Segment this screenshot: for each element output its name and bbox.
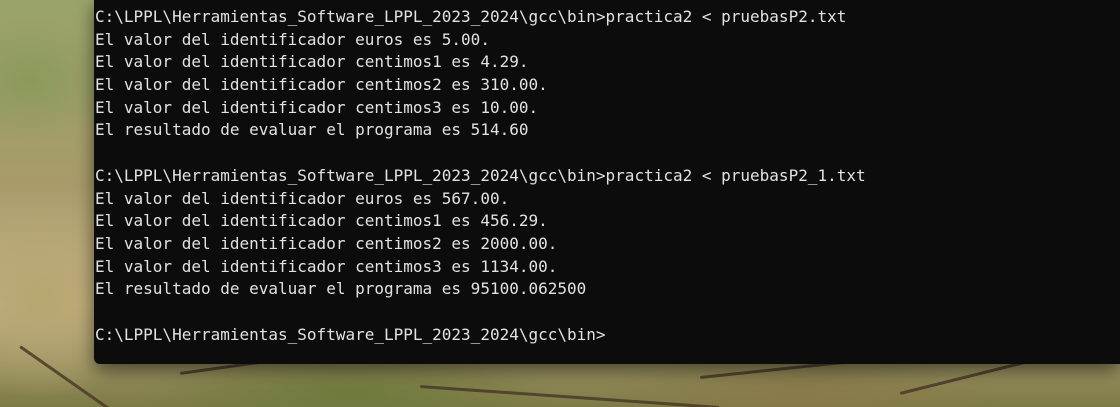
terminal-line-output: El valor del identificador euros es 5.00… — [95, 29, 490, 49]
wallpaper-branch — [419, 385, 720, 407]
terminal-line-output: El valor del identificador centimos2 es … — [95, 233, 558, 253]
terminal-line-output: El valor del identificador centimos1 es … — [95, 52, 529, 72]
terminal-line-output: El valor del identificador centimos3 es … — [95, 256, 558, 276]
terminal-line-output: El valor del identificador centimos3 es … — [95, 97, 539, 117]
terminal-output[interactable]: C:\LPPL\Herramientas_Software_LPPL_2023_… — [94, 0, 1120, 346]
terminal-line-output: El valor del identificador centimos2 es … — [95, 75, 548, 95]
terminal-line-output: El valor del identificador euros es 567.… — [95, 188, 510, 208]
terminal-line-result: El resultado de evaluar el programa es 9… — [95, 279, 587, 299]
terminal-prompt[interactable]: C:\LPPL\Herramientas_Software_LPPL_2023_… — [95, 324, 1120, 347]
terminal-line-output: El valor del identificador centimos1 es … — [95, 211, 548, 231]
terminal-window[interactable]: C:\LPPL\Herramientas_Software_LPPL_2023_… — [94, 0, 1120, 364]
terminal-line-command: C:\LPPL\Herramientas_Software_LPPL_2023_… — [95, 7, 847, 26]
terminal-line-result: El resultado de evaluar el programa es 5… — [95, 120, 529, 140]
terminal-line-command: C:\LPPL\Herramientas_Software_LPPL_2023_… — [95, 165, 866, 185]
